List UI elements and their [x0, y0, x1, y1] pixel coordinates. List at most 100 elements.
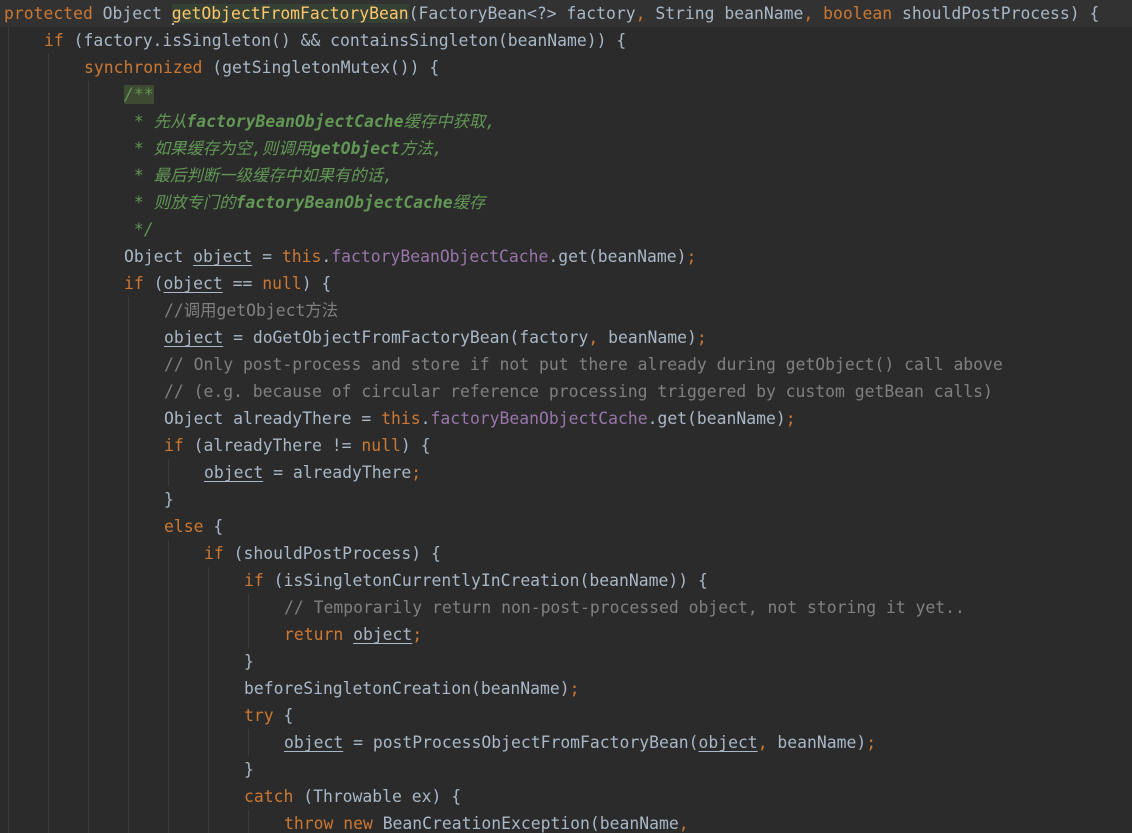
code-token: getObject: [311, 139, 400, 158]
code-token: factoryBeanObjectCache: [235, 193, 453, 212]
code-token: ;: [569, 679, 580, 698]
code-line[interactable]: object = doGetObjectFromFactoryBean(fact…: [0, 324, 1132, 351]
code-token: this: [281, 247, 322, 266]
code-token: (shouldPostProcess) {: [223, 544, 441, 563]
code-token: // Temporarily return non-post-processed…: [284, 598, 965, 617]
code-token: BeanCreationException(beanName: [382, 814, 679, 833]
code-token: // Only post-process and store if not pu…: [164, 355, 1003, 374]
code-token: null: [262, 274, 302, 293]
code-token: ;: [686, 247, 697, 266]
code-token: =: [252, 247, 282, 266]
code-token: * 最后判断一级缓存中如果有的话,: [124, 166, 393, 185]
code-line[interactable]: // Temporarily return non-post-processed…: [0, 594, 1132, 621]
code-token: protected: [4, 4, 93, 23]
code-token: //调用getObject方法: [164, 301, 339, 320]
code-token: }: [164, 490, 174, 509]
code-token: Object alreadyThere =: [164, 409, 382, 428]
code-line[interactable]: synchronized (getSingletonMutex()) {: [0, 54, 1132, 81]
code-token: (: [143, 274, 164, 293]
code-token: if: [204, 544, 224, 563]
code-line[interactable]: object = postProcessObjectFromFactoryBea…: [0, 729, 1132, 756]
code-token: beforeSingletonCreation(beanName): [244, 679, 570, 698]
code-token: (alreadyThere !=: [183, 436, 362, 455]
code-line[interactable]: }: [0, 756, 1132, 783]
code-line[interactable]: if (alreadyThere != null) {: [0, 432, 1132, 459]
code-line[interactable]: throw new BeanCreationException(beanName…: [0, 810, 1132, 833]
code-token: beanName): [598, 328, 697, 347]
code-line[interactable]: /**: [0, 81, 1132, 108]
code-token: ) {: [400, 436, 431, 455]
code-token: /**: [124, 85, 154, 104]
code-token: object: [204, 463, 264, 482]
code-token: {: [273, 706, 294, 725]
code-line[interactable]: }: [0, 648, 1132, 675]
code-token: beanName): [767, 733, 867, 752]
code-line[interactable]: * 则放专门的factoryBeanObjectCache缓存: [0, 189, 1132, 216]
code-line[interactable]: Object object = this.factoryBeanObjectCa…: [0, 243, 1132, 270]
code-token: (factory.isSingleton() && containsSingle…: [63, 31, 627, 50]
code-token: throw new: [284, 814, 383, 833]
code-line[interactable]: beforeSingletonCreation(beanName);: [0, 675, 1132, 702]
code-token: * 如果缓存为空,则调用: [124, 139, 311, 158]
code-line[interactable]: if (shouldPostProcess) {: [0, 540, 1132, 567]
code-token: = doGetObjectFromFactoryBean(factory: [223, 328, 589, 347]
code-token: (isSingletonCurrentlyInCreation(beanName…: [263, 571, 708, 590]
code-token: 缓存中获取,: [403, 112, 496, 131]
code-line[interactable]: if (factory.isSingleton() && containsSin…: [0, 27, 1132, 54]
code-token: , boolean: [803, 4, 893, 23]
code-token: object: [164, 328, 224, 347]
code-token: 缓存: [452, 193, 486, 212]
code-token: {: [203, 517, 224, 536]
code-token: ,: [678, 814, 689, 833]
code-token: if: [164, 436, 184, 455]
code-line[interactable]: protected Object getObjectFromFactoryBea…: [0, 0, 1132, 27]
code-line[interactable]: * 如果缓存为空,则调用getObject方法,: [0, 135, 1132, 162]
code-token: return: [284, 625, 354, 644]
code-line[interactable]: }: [0, 486, 1132, 513]
code-token: ,: [588, 328, 599, 347]
code-token: = postProcessObjectFromFactoryBean(: [343, 733, 699, 752]
code-line[interactable]: if (object == null) {: [0, 270, 1132, 297]
code-token: object: [193, 247, 253, 266]
code-line[interactable]: return object;: [0, 621, 1132, 648]
code-token: object: [698, 733, 758, 752]
code-line[interactable]: if (isSingletonCurrentlyInCreation(beanN…: [0, 567, 1132, 594]
code-token: getObjectFromFactoryBean: [171, 4, 409, 23]
code-token: ) {: [301, 274, 332, 293]
code-token: this: [381, 409, 421, 428]
code-line[interactable]: object = alreadyThere;: [0, 459, 1132, 486]
code-token: if: [44, 31, 64, 50]
code-token: // (e.g. because of circular reference p…: [164, 382, 993, 401]
code-token: object: [353, 625, 413, 644]
code-token: null: [361, 436, 401, 455]
code-token: .: [420, 409, 431, 428]
code-token: factoryBeanObjectCache: [331, 247, 549, 266]
code-token: */: [124, 220, 154, 239]
code-token: .get(beanName): [548, 247, 687, 266]
code-token: * 先从: [124, 112, 187, 131]
code-line[interactable]: catch (Throwable ex) {: [0, 783, 1132, 810]
code-line[interactable]: //调用getObject方法: [0, 297, 1132, 324]
code-token: ;: [696, 328, 707, 347]
code-token: (Throwable ex) {: [293, 787, 462, 806]
code-token: }: [244, 760, 254, 779]
code-line[interactable]: * 先从factoryBeanObjectCache缓存中获取,: [0, 108, 1132, 135]
code-token: ;: [866, 733, 877, 752]
code-token: factoryBeanObjectCache: [430, 409, 648, 428]
code-token: Object: [92, 4, 172, 23]
code-line[interactable]: Object alreadyThere = this.factoryBeanOb…: [0, 405, 1132, 432]
code-line[interactable]: */: [0, 216, 1132, 243]
code-line[interactable]: // (e.g. because of circular reference p…: [0, 378, 1132, 405]
code-token: ;: [411, 463, 422, 482]
code-token: ,: [757, 733, 768, 752]
code-line[interactable]: // Only post-process and store if not pu…: [0, 351, 1132, 378]
code-line[interactable]: * 最后判断一级缓存中如果有的话,: [0, 162, 1132, 189]
code-line[interactable]: try {: [0, 702, 1132, 729]
code-editor[interactable]: protected Object getObjectFromFactoryBea…: [0, 0, 1132, 833]
code-token: if: [244, 571, 264, 590]
code-line[interactable]: else {: [0, 513, 1132, 540]
code-token: object: [284, 733, 344, 752]
code-token: 方法,: [399, 139, 443, 158]
code-token: else: [164, 517, 204, 536]
code-token: object: [163, 274, 223, 293]
